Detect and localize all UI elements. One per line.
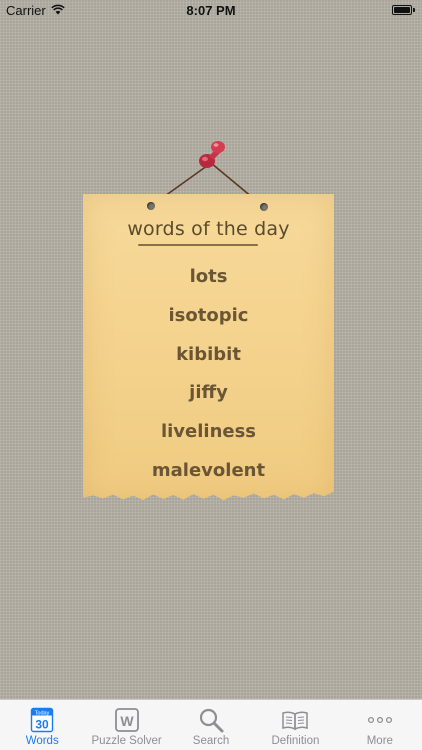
- tab-label: Search: [192, 735, 230, 747]
- word-item[interactable]: liveliness: [83, 417, 334, 456]
- calendar-badge-top: Today: [35, 710, 50, 716]
- more-dots-icon: [366, 706, 394, 734]
- title-underline: [138, 244, 258, 246]
- note-hole-right: [260, 203, 268, 211]
- book-icon: [281, 706, 309, 734]
- tab-words[interactable]: Today 30 Words: [0, 700, 84, 750]
- calendar-badge-day: 30: [36, 718, 50, 732]
- tab-bar: Today 30 Words W Puzzle Solver Search De…: [0, 699, 422, 750]
- word-item[interactable]: malevolent: [83, 456, 334, 495]
- tab-label: More: [366, 735, 393, 747]
- tab-label: Words: [25, 735, 59, 747]
- note-title: words of the day: [127, 218, 290, 240]
- tab-label: Definition: [271, 735, 320, 747]
- tab-search[interactable]: Search: [169, 700, 253, 750]
- word-list: lots isotopic kibibit jiffy liveliness m…: [83, 262, 334, 495]
- word-item[interactable]: lots: [83, 262, 334, 301]
- words-of-the-day-note: words of the day lots isotopic kibibit j…: [83, 194, 334, 501]
- search-icon: [197, 706, 225, 734]
- puzzle-w-icon: W: [113, 706, 141, 734]
- tab-puzzle-solver[interactable]: W Puzzle Solver: [84, 700, 168, 750]
- tab-definition[interactable]: Definition: [253, 700, 337, 750]
- word-item[interactable]: kibibit: [83, 340, 334, 379]
- word-item[interactable]: isotopic: [83, 301, 334, 340]
- tab-label: Puzzle Solver: [91, 735, 162, 747]
- puzzle-icon-letter: W: [120, 713, 134, 729]
- tab-more[interactable]: More: [338, 700, 422, 750]
- note-hole-left: [147, 202, 155, 210]
- status-time: 8:07 PM: [186, 3, 236, 18]
- status-bar: Carrier 8:07 PM: [0, 0, 422, 22]
- battery-icon: [392, 5, 416, 16]
- word-item[interactable]: jiffy: [83, 378, 334, 417]
- push-pin-icon: [199, 141, 225, 168]
- calendar-icon: Today 30: [28, 706, 56, 734]
